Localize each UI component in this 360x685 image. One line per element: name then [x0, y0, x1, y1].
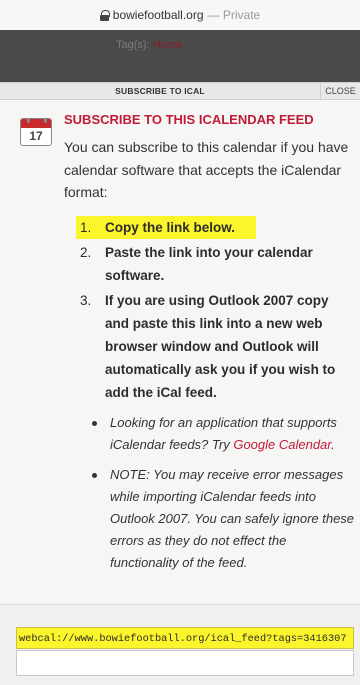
- note-text: NOTE: You may receive error messages whi…: [110, 467, 355, 570]
- browser-private-label: Private: [222, 8, 261, 22]
- browser-domain: bowiefootball.org: [112, 8, 204, 22]
- step-text: Copy the link below.: [105, 220, 236, 235]
- intro-text: You can subscribe to this calendar if yo…: [64, 139, 349, 200]
- tag-home-link[interactable]: Home: [153, 39, 182, 51]
- step-text: Paste the link into your calendar softwa…: [105, 245, 313, 283]
- feed-title: SUBSCRIBE TO THIS ICALENDAR FEED: [64, 112, 314, 127]
- bullet-icon: [92, 473, 97, 478]
- feed-url-field[interactable]: webcal://www.bowiefootball.org/ical_feed…: [16, 627, 354, 649]
- step-number: 2.: [80, 245, 92, 260]
- instruction-steps: 1. Copy the link below. 2. Paste the lin…: [76, 216, 355, 406]
- tab-subscribe-ical[interactable]: SUBSCRIBE TO ICAL: [0, 83, 320, 99]
- site-header: Tag(s): Home: [0, 30, 360, 82]
- note-item: NOTE: You may receive error messages whi…: [90, 464, 355, 574]
- step-number: 1.: [80, 220, 92, 235]
- note-item: Looking for an application that supports…: [90, 412, 355, 456]
- calendar-icon: 17: [20, 118, 52, 146]
- browser-url-bar[interactable]: bowiefootball.org — Private: [0, 0, 360, 30]
- link-input-box[interactable]: [16, 650, 354, 676]
- tags-label: Tag(s):: [116, 39, 150, 51]
- calendar-icon-day: 17: [29, 129, 43, 143]
- step-item: 3. If you are using Outlook 2007 copy an…: [80, 289, 355, 404]
- tab-bar: SUBSCRIBE TO ICAL CLOSE: [0, 82, 360, 100]
- lock-icon: [99, 9, 110, 21]
- step-item: 1. Copy the link below.: [76, 216, 256, 239]
- note-text-end: .: [331, 437, 335, 452]
- notes-list: Looking for an application that supports…: [90, 412, 355, 582]
- tags-line: Tag(s): Home: [116, 39, 182, 51]
- browser-separator: —: [207, 8, 220, 22]
- step-number: 3.: [80, 293, 92, 308]
- step-text: If you are using Outlook 2007 copy and p…: [105, 293, 336, 400]
- step-item: 2. Paste the link into your calendar sof…: [80, 241, 355, 287]
- close-button[interactable]: CLOSE: [320, 83, 360, 99]
- google-calendar-link[interactable]: Google Calendar: [233, 437, 331, 452]
- bullet-icon: [92, 421, 97, 426]
